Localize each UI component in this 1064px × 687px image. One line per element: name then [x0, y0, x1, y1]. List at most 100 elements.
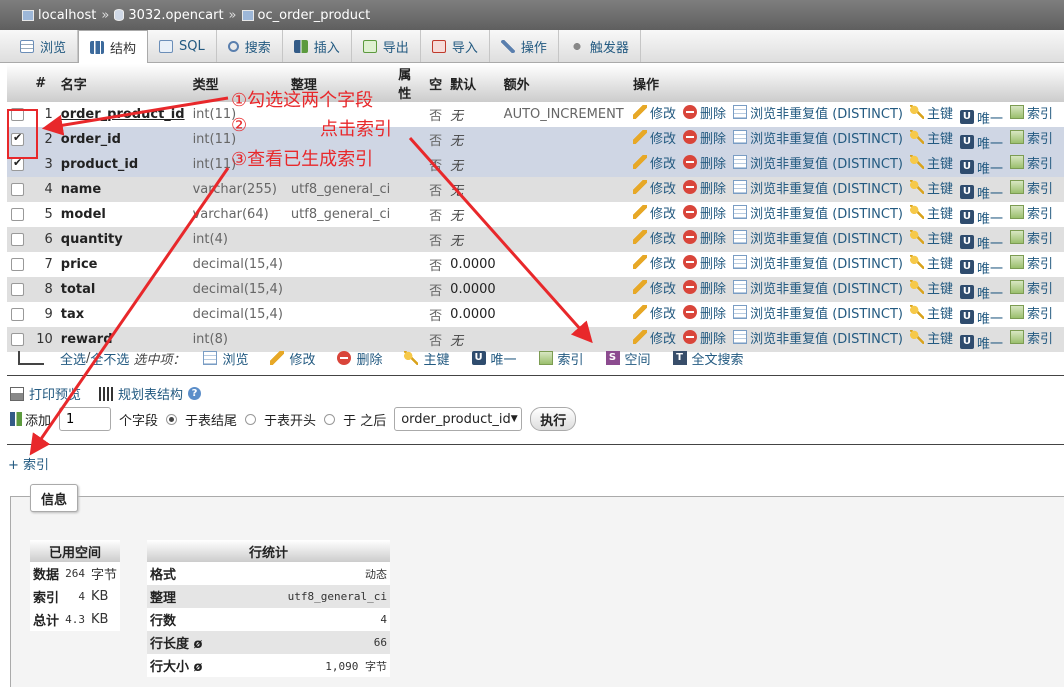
- drop-link[interactable]: 删除: [683, 203, 726, 222]
- index-link[interactable]: 索引: [1009, 228, 1053, 247]
- tab-operations[interactable]: 操作: [490, 30, 559, 62]
- change-link[interactable]: 修改: [633, 203, 676, 222]
- unique-link[interactable]: U 唯一: [959, 333, 1003, 352]
- row-checkbox-cell[interactable]: [7, 177, 32, 202]
- field-name[interactable]: total: [61, 282, 96, 297]
- tab-insert[interactable]: 插入: [283, 30, 352, 62]
- field-name[interactable]: order_product_id: [61, 107, 185, 122]
- browse-distinct-link[interactable]: 浏览非重复值 (DISTINCT): [733, 253, 903, 272]
- index-link[interactable]: 索引: [1009, 203, 1053, 222]
- tab-search[interactable]: 搜索: [217, 30, 283, 62]
- change-link[interactable]: 修改: [633, 253, 676, 272]
- tab-triggers[interactable]: 触发器: [559, 30, 641, 62]
- change-link[interactable]: 修改: [633, 178, 676, 197]
- drop-link[interactable]: 删除: [683, 278, 726, 297]
- unique-link[interactable]: U 唯一: [959, 108, 1003, 127]
- print-view-link[interactable]: 打印预览: [10, 384, 81, 403]
- column-count-input[interactable]: [59, 407, 112, 431]
- primary-link[interactable]: 主键: [909, 303, 953, 322]
- field-name[interactable]: name: [61, 182, 101, 197]
- unique-link[interactable]: U 唯一: [959, 258, 1003, 277]
- field-name[interactable]: product_id: [61, 157, 138, 172]
- tab-browse[interactable]: 浏览: [9, 30, 79, 62]
- unselect-all-link[interactable]: 全不选: [90, 349, 129, 368]
- browse-distinct-link[interactable]: 浏览非重复值 (DISTINCT): [733, 278, 903, 297]
- browse-distinct-link[interactable]: 浏览非重复值 (DISTINCT): [733, 103, 903, 122]
- field-name[interactable]: quantity: [61, 232, 123, 247]
- field-name[interactable]: order_id: [61, 132, 121, 147]
- unique-link[interactable]: U 唯一: [959, 158, 1003, 177]
- after-radio[interactable]: [324, 413, 336, 425]
- primary-link[interactable]: 主键: [909, 153, 953, 172]
- indexes-toggle-link[interactable]: + 索引: [8, 454, 49, 473]
- breadcrumb-table[interactable]: oc_order_product: [241, 8, 371, 23]
- index-link[interactable]: 索引: [1009, 128, 1053, 147]
- field-name[interactable]: model: [61, 207, 106, 222]
- bulk-spatial-button[interactable]: S 空间: [605, 349, 651, 368]
- browse-distinct-link[interactable]: 浏览非重复值 (DISTINCT): [733, 328, 903, 347]
- bulk-browse-button[interactable]: 浏览: [203, 349, 248, 368]
- breadcrumb-label[interactable]: localhost: [38, 8, 96, 23]
- primary-link[interactable]: 主键: [909, 103, 953, 122]
- drop-link[interactable]: 删除: [683, 153, 726, 172]
- index-link[interactable]: 索引: [1009, 328, 1053, 347]
- row-checkbox[interactable]: [11, 233, 24, 246]
- breadcrumb-label[interactable]: oc_order_product: [258, 8, 371, 23]
- propose-structure-link[interactable]: 规划表结构?: [99, 384, 202, 403]
- breadcrumb-label[interactable]: 3032.opencart: [128, 8, 223, 23]
- row-checkbox[interactable]: [11, 208, 24, 221]
- row-checkbox[interactable]: [11, 333, 24, 346]
- unique-link[interactable]: U 唯一: [959, 183, 1003, 202]
- drop-link[interactable]: 删除: [683, 103, 726, 122]
- index-link[interactable]: 索引: [1009, 103, 1053, 122]
- after-field-select[interactable]: order_product_id ▼: [394, 407, 523, 431]
- row-checkbox[interactable]: [11, 156, 24, 171]
- browse-distinct-link[interactable]: 浏览非重复值 (DISTINCT): [733, 128, 903, 147]
- row-checkbox-cell[interactable]: [7, 277, 32, 302]
- tab-structure[interactable]: 结构: [78, 30, 149, 63]
- drop-link[interactable]: 删除: [683, 228, 726, 247]
- index-link[interactable]: 索引: [1009, 253, 1053, 272]
- row-checkbox[interactable]: [11, 308, 24, 321]
- field-name[interactable]: price: [61, 257, 98, 272]
- primary-link[interactable]: 主键: [909, 178, 953, 197]
- row-checkbox-cell[interactable]: [7, 252, 32, 277]
- help-icon[interactable]: ?: [188, 387, 202, 400]
- index-link[interactable]: 索引: [1009, 278, 1053, 297]
- index-link[interactable]: 索引: [1009, 178, 1053, 197]
- bulk-change-button[interactable]: 修改: [270, 349, 315, 368]
- unique-link[interactable]: U 唯一: [959, 308, 1003, 327]
- at-end-radio[interactable]: [166, 413, 178, 425]
- drop-link[interactable]: 删除: [683, 253, 726, 272]
- drop-link[interactable]: 删除: [683, 328, 726, 347]
- browse-distinct-link[interactable]: 浏览非重复值 (DISTINCT): [733, 203, 903, 222]
- primary-link[interactable]: 主键: [909, 203, 953, 222]
- go-button[interactable]: 执行: [530, 407, 577, 431]
- unique-link[interactable]: U 唯一: [959, 133, 1003, 152]
- drop-link[interactable]: 删除: [683, 178, 726, 197]
- row-checkbox[interactable]: [11, 183, 24, 196]
- field-name[interactable]: reward: [61, 332, 113, 347]
- index-link[interactable]: 索引: [1009, 153, 1053, 172]
- breadcrumb-database[interactable]: 3032.opencart: [114, 8, 224, 23]
- bulk-unique-button[interactable]: U 唯一: [471, 349, 517, 368]
- change-link[interactable]: 修改: [633, 278, 676, 297]
- change-link[interactable]: 修改: [633, 303, 676, 322]
- row-checkbox-cell[interactable]: [7, 227, 32, 252]
- change-link[interactable]: 修改: [633, 153, 676, 172]
- row-checkbox[interactable]: [11, 283, 24, 296]
- drop-link[interactable]: 删除: [683, 128, 726, 147]
- change-link[interactable]: 修改: [633, 128, 676, 147]
- index-link[interactable]: 索引: [1009, 303, 1053, 322]
- drop-link[interactable]: 删除: [683, 303, 726, 322]
- unique-link[interactable]: U 唯一: [959, 208, 1003, 227]
- primary-link[interactable]: 主键: [909, 253, 953, 272]
- primary-link[interactable]: 主键: [909, 228, 953, 247]
- browse-distinct-link[interactable]: 浏览非重复值 (DISTINCT): [733, 228, 903, 247]
- primary-link[interactable]: 主键: [909, 328, 953, 347]
- row-checkbox-cell[interactable]: [7, 302, 32, 327]
- bulk-fulltext-button[interactable]: T 全文搜索: [672, 349, 744, 368]
- change-link[interactable]: 修改: [633, 328, 676, 347]
- change-link[interactable]: 修改: [633, 228, 676, 247]
- field-name[interactable]: tax: [61, 307, 84, 322]
